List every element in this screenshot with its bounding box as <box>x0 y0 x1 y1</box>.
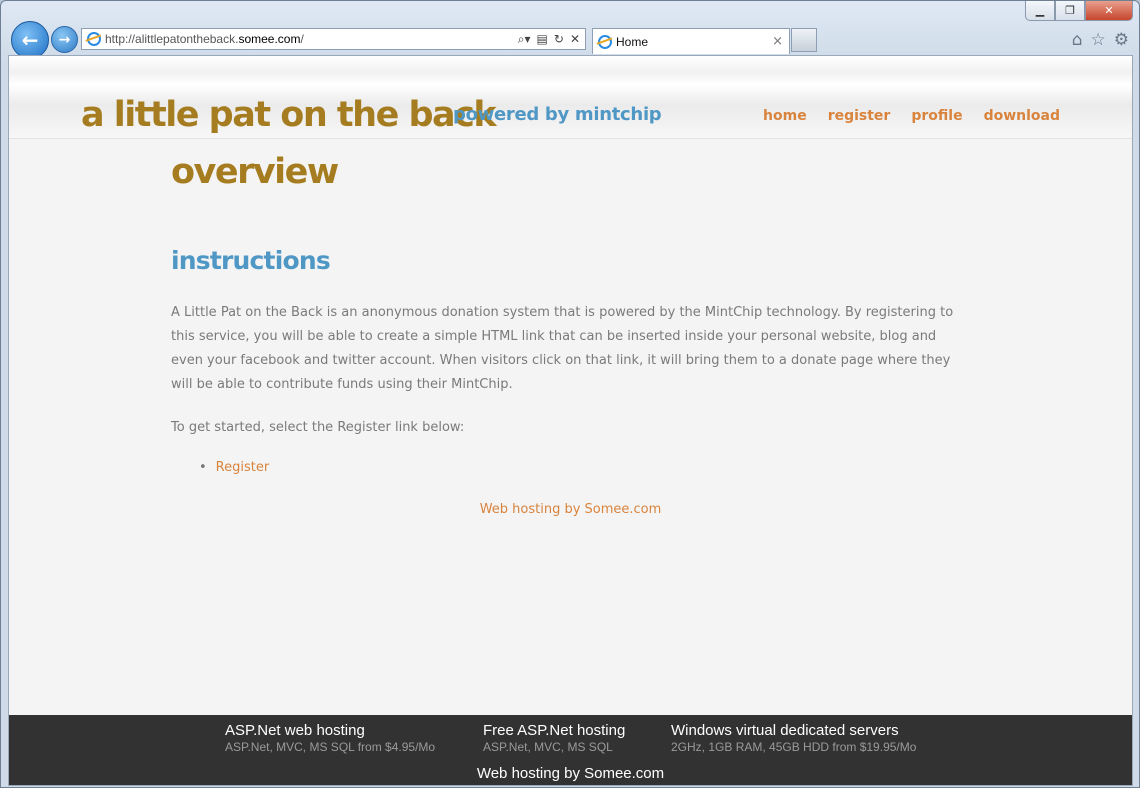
footer-col-title: Windows virtual dedicated servers <box>671 722 899 739</box>
tab-favicon-icon <box>598 34 612 49</box>
browser-window: ▁ ❐ ✕ ← → http://alittlepatontheback.som… <box>0 0 1140 788</box>
url-domain: somee.com <box>238 32 301 46</box>
footer-col-title: Free ASP.Net hosting <box>483 722 626 739</box>
gear-icon[interactable]: ⚙ <box>1114 30 1129 50</box>
intro-paragraph: A Little Pat on the Back is an anonymous… <box>171 305 954 392</box>
address-tools: ⌕▾ ▤ ↻ ✕ <box>518 32 580 47</box>
footer-col-sub: 2GHz, 1GB RAM, 45GB HDD from $19.95/Mo <box>671 740 917 754</box>
favorites-icon[interactable]: ☆ <box>1091 30 1106 50</box>
browser-tools: ⌂ ☆ ⚙ <box>1072 30 1129 50</box>
url-text[interactable]: http://alittlepatontheback.somee.com/ <box>105 32 518 46</box>
site-header: a little pat on the back powered by mint… <box>9 56 1132 139</box>
footer-hosting-link[interactable]: Web hosting by Somee.com <box>9 765 1132 782</box>
arrow-left-icon: ← <box>21 28 39 52</box>
url-suffix: / <box>300 32 304 46</box>
menu-download[interactable]: download <box>984 108 1060 124</box>
menu-profile[interactable]: profile <box>911 108 962 124</box>
back-button[interactable]: ← <box>11 21 49 59</box>
list-item: Register <box>199 460 971 475</box>
close-window-button[interactable]: ✕ <box>1085 1 1133 21</box>
minimize-button[interactable]: ▁ <box>1025 1 1055 21</box>
address-bar[interactable]: http://alittlepatontheback.somee.com/ ⌕▾… <box>81 28 586 50</box>
menu-register[interactable]: register <box>828 108 891 124</box>
footer-col-sub: ASP.Net, MVC, MS SQL from $4.95/Mo <box>225 740 436 754</box>
ie-logo-icon <box>87 32 101 46</box>
search-icon[interactable]: ⌕▾ <box>518 32 531 47</box>
link-list: Register <box>199 460 971 475</box>
tab-home[interactable]: Home × <box>592 28 790 54</box>
footer-col-web-hosting[interactable]: ASP.Net web hosting ASP.Net, MVC, MS SQL… <box>225 722 435 754</box>
menu-home[interactable]: home <box>763 108 807 124</box>
footer-col-title: ASP.Net web hosting <box>225 722 365 739</box>
arrow-right-icon: → <box>58 31 71 48</box>
footer-col-free-hosting[interactable]: Free ASP.Net hosting ASP.Net, MVC, MS SQ… <box>483 722 625 754</box>
footer-col-sub: ASP.Net, MVC, MS SQL <box>483 740 613 754</box>
main-content: overview instructions A Little Pat on th… <box>171 152 971 475</box>
powered-by: powered by mintchip <box>453 104 662 125</box>
refresh-icon[interactable]: ↻ <box>554 32 564 47</box>
new-tab-button[interactable] <box>791 28 817 52</box>
compat-view-icon[interactable]: ▤ <box>537 32 548 47</box>
footer-col-vds[interactable]: Windows virtual dedicated servers 2GHz, … <box>671 722 916 754</box>
forward-button[interactable]: → <box>51 26 78 53</box>
window-controls: ▁ ❐ ✕ <box>1025 1 1133 21</box>
register-link[interactable]: Register <box>216 460 270 475</box>
tab-close-icon[interactable]: × <box>772 34 783 49</box>
page-viewport: a little pat on the back powered by mint… <box>8 55 1133 786</box>
home-icon[interactable]: ⌂ <box>1072 30 1083 50</box>
section-title: instructions <box>171 246 331 275</box>
maximize-button[interactable]: ❐ <box>1055 1 1085 21</box>
hosting-link-row: Web hosting by Somee.com <box>9 502 1132 517</box>
site-footer: ASP.Net web hosting ASP.Net, MVC, MS SQL… <box>9 715 1132 785</box>
site-brand[interactable]: a little pat on the back <box>81 95 497 135</box>
main-menu: home register profile download <box>763 108 1060 124</box>
stop-icon[interactable]: ✕ <box>570 32 580 47</box>
get-started-paragraph: To get started, select the Register link… <box>171 420 465 435</box>
page-title: overview <box>171 152 339 192</box>
hosting-link[interactable]: Web hosting by Somee.com <box>480 502 662 517</box>
tab-label: Home <box>616 34 649 49</box>
url-prefix: http://alittlepatontheback. <box>105 32 239 46</box>
